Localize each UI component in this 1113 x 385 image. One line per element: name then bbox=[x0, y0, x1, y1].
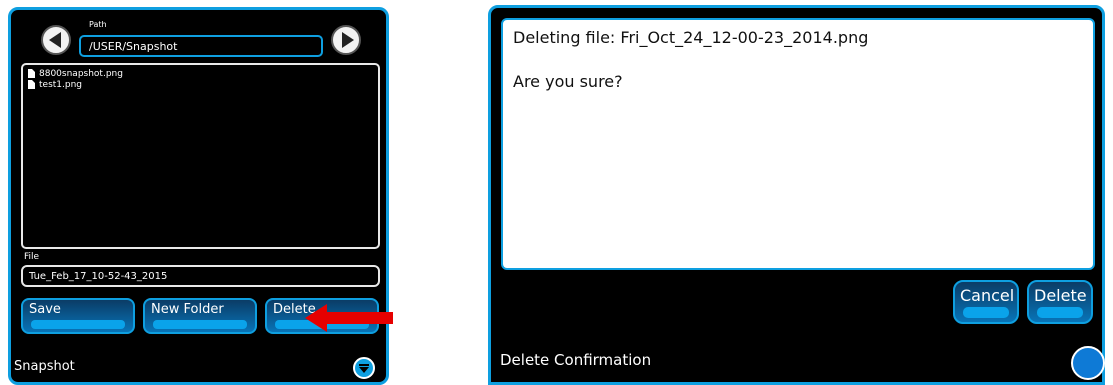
button-highlight bbox=[31, 320, 125, 329]
list-item[interactable]: 8800snapshot.png bbox=[28, 68, 378, 79]
panel-title: Snapshot bbox=[14, 359, 75, 374]
collapse-button[interactable] bbox=[353, 357, 375, 379]
panel-title: Delete Confirmation bbox=[500, 351, 652, 369]
cancel-button[interactable]: Cancel bbox=[953, 280, 1019, 324]
confirm-delete-button[interactable]: Delete bbox=[1027, 280, 1093, 324]
cancel-button-label: Cancel bbox=[960, 286, 1015, 305]
arrow-right-icon bbox=[341, 32, 354, 48]
list-item[interactable]: test1.png bbox=[28, 79, 378, 90]
confirm-delete-button-label: Delete bbox=[1034, 286, 1087, 305]
new-folder-button[interactable]: New Folder bbox=[143, 298, 257, 334]
collapse-icon bbox=[359, 363, 369, 366]
file-name-field[interactable]: Tue_Feb_17_10-52-43_2015 bbox=[21, 265, 380, 287]
chevron-down-icon bbox=[359, 366, 369, 373]
save-button[interactable]: Save bbox=[21, 298, 135, 334]
file-name: 8800snapshot.png bbox=[39, 68, 123, 79]
path-field[interactable]: /USER/Snapshot bbox=[79, 35, 323, 57]
confirmation-question: Are you sure? bbox=[513, 72, 623, 91]
file-icon bbox=[28, 69, 35, 78]
file-name: test1.png bbox=[39, 79, 83, 90]
file-label: File bbox=[24, 252, 40, 262]
file-icon bbox=[28, 80, 35, 89]
button-highlight bbox=[1037, 307, 1083, 318]
delete-confirmation-panel: Deleting file: Fri_Oct_24_12-00-23_2014.… bbox=[488, 5, 1105, 385]
file-list[interactable]: 8800snapshot.png test1.png bbox=[21, 63, 380, 249]
confirmation-message-box: Deleting file: Fri_Oct_24_12-00-23_2014.… bbox=[501, 18, 1095, 270]
back-button[interactable] bbox=[41, 25, 71, 55]
red-arrow-icon bbox=[305, 304, 393, 332]
button-highlight bbox=[963, 307, 1009, 318]
new-folder-button-label: New Folder bbox=[151, 302, 224, 317]
confirmation-message: Deleting file: Fri_Oct_24_12-00-23_2014.… bbox=[513, 28, 869, 47]
circle-button[interactable] bbox=[1071, 346, 1105, 380]
path-label: Path bbox=[89, 20, 107, 29]
button-highlight bbox=[153, 320, 247, 329]
arrow-left-icon bbox=[48, 32, 61, 48]
forward-button[interactable] bbox=[331, 25, 361, 55]
save-button-label: Save bbox=[29, 302, 61, 317]
